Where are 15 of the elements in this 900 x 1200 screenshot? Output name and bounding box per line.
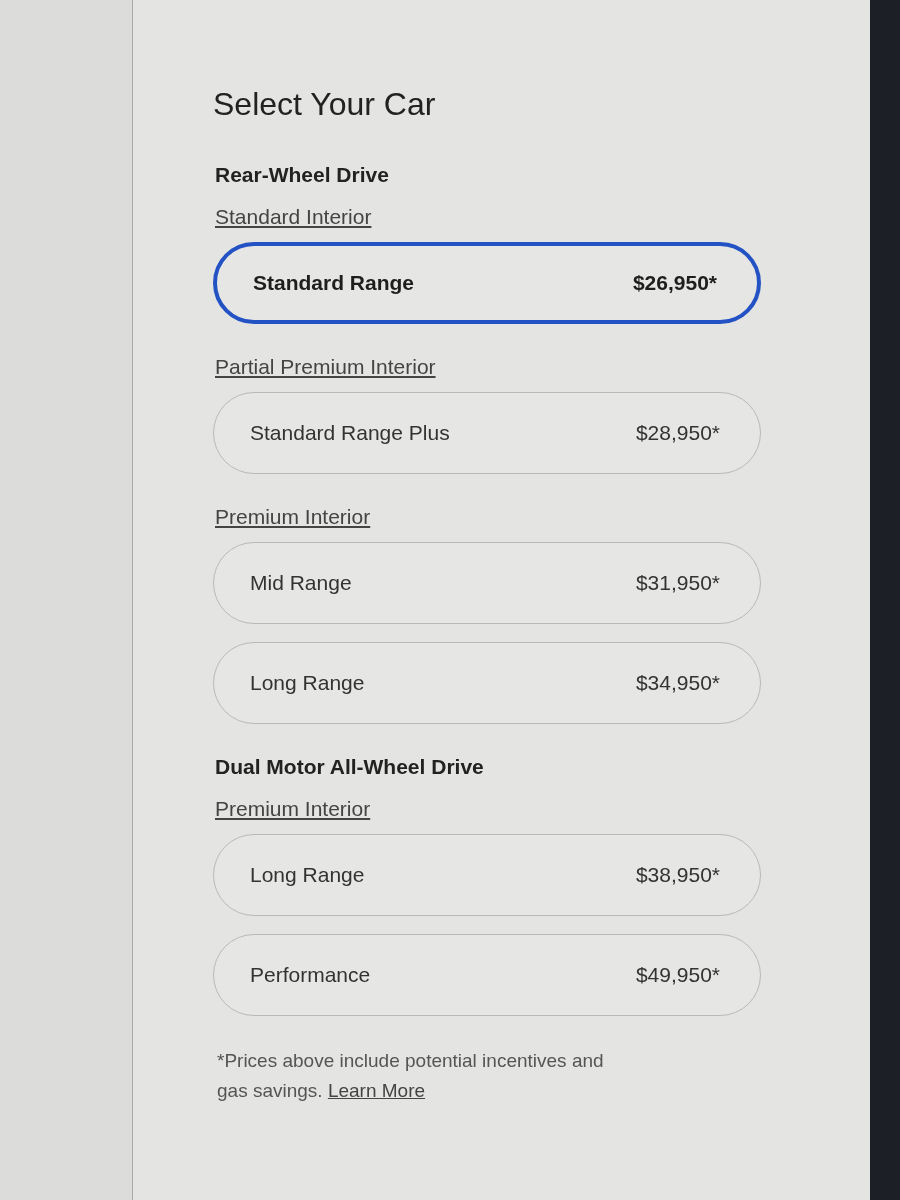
trim-option-button[interactable]: Long Range $34,950*	[213, 642, 761, 724]
price-footnote: *Prices above include potential incentives and gas savings. Learn More	[217, 1049, 605, 1103]
trim-option-button[interactable]: Standard Range Plus $28,950*	[213, 392, 761, 474]
learn-more-link[interactable]: Learn More	[327, 1080, 426, 1101]
trim-option-button[interactable]: Long Range $38,950*	[213, 834, 761, 916]
page-title: Select Your Car	[213, 85, 437, 124]
interior-link[interactable]: Standard Interior	[215, 204, 372, 230]
interior-link[interactable]: Premium Interior	[215, 796, 371, 822]
trim-option-button[interactable]: Mid Range $31,950*	[213, 542, 761, 624]
drivetrain-heading: Rear-Wheel Drive	[215, 162, 390, 188]
interior-link[interactable]: Partial Premium Interior	[215, 354, 436, 380]
trim-option-button[interactable]: Performance $49,950*	[213, 934, 761, 1016]
drivetrain-heading: Dual Motor All-Wheel Drive	[215, 754, 485, 780]
interior-link[interactable]: Premium Interior	[215, 504, 371, 530]
trim-option-button[interactable]: Standard Range $26,950*	[213, 242, 761, 324]
